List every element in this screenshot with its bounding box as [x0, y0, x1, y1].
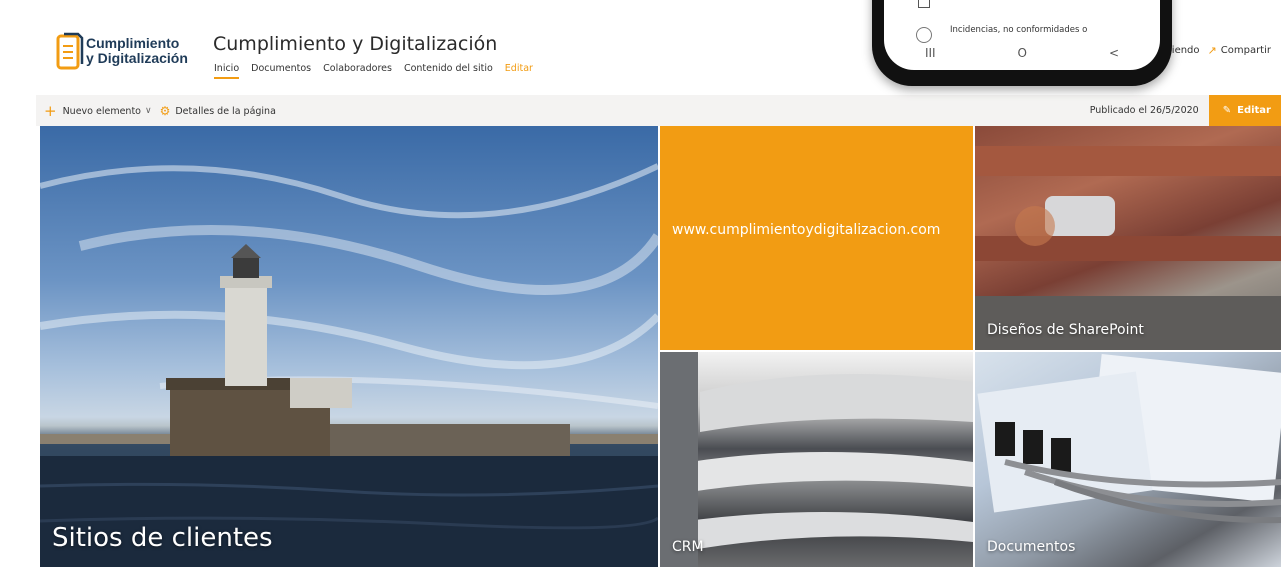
site-title[interactable]: Cumplimiento y Digitalización [213, 33, 497, 55]
nav-inicio[interactable]: Inicio [214, 63, 240, 79]
logo-document-icon [56, 32, 84, 70]
documents-seals-image [977, 353, 1281, 524]
tile-caption-disenos-de-sharepoint: Diseños de SharePoint [987, 322, 1144, 338]
back-icon[interactable]: < [1109, 46, 1119, 60]
plus-icon: + [44, 102, 57, 120]
header-actions: uiendo ↗ Compartir [1165, 44, 1271, 57]
hero-tile-crm[interactable]: CRM [660, 352, 973, 567]
phone-warning-icon [916, 27, 932, 43]
building-interior-image [660, 352, 973, 567]
nav-colaboradores[interactable]: Colaboradores [323, 63, 392, 79]
nav-contenido-del-sitio[interactable]: Contenido del sitio [404, 63, 493, 79]
home-icon[interactable]: O [1018, 46, 1027, 60]
gear-icon: ⚙ [159, 104, 171, 118]
edit-button[interactable]: ✎ Editar [1208, 95, 1281, 126]
tile-caption-documentos: Documentos [987, 539, 1076, 555]
phone-navigation-bar: III O < [884, 46, 1160, 60]
hero-tile-sitios-de-clientes[interactable]: Sitios de clientes [40, 126, 658, 567]
phone-overlay: Incidencias, no conformidades o III O < [872, 0, 1172, 86]
hero-web-part: Sitios de clientes www.cumplimientoydigi… [40, 126, 1281, 567]
chevron-down-icon[interactable]: ∨ [145, 106, 152, 116]
logo-line-1: Cumplimiento [86, 35, 180, 51]
top-navigation: Inicio Documentos Colaboradores Contenid… [214, 63, 545, 79]
pencil-icon: ✎ [1222, 105, 1232, 116]
logo-line-2: y Digitalización [86, 50, 188, 66]
hero-tile-disenos-de-sharepoint[interactable]: Diseños de SharePoint [975, 126, 1281, 350]
edit-label: Editar [1237, 105, 1271, 116]
phone-list-icon [918, 0, 930, 8]
new-item-button[interactable]: Nuevo elemento [63, 106, 141, 117]
share-icon: ↗ [1207, 44, 1217, 57]
logo-text: Cumplimiento y Digitalización [86, 36, 188, 66]
tile-caption-sitios-de-clientes: Sitios de clientes [52, 523, 273, 553]
lighthouse-image [40, 163, 658, 567]
command-bar-right: Publicado el 26/5/2020 ✎ Editar [1090, 95, 1281, 126]
recent-apps-icon[interactable]: III [925, 46, 936, 60]
car-transporter-image [975, 146, 1281, 350]
phone-list-item[interactable]: Incidencias, no conformidades o [950, 25, 1087, 35]
tile-caption-website: www.cumplimientoydigitalizacion.com [672, 222, 941, 238]
command-bar: + Nuevo elemento ∨ ⚙ Detalles de la pági… [36, 95, 1281, 126]
nav-editar-link[interactable]: Editar [505, 63, 533, 79]
hero-tile-website[interactable]: www.cumplimientoydigitalizacion.com [660, 126, 973, 350]
site-logo[interactable]: Cumplimiento y Digitalización [54, 30, 204, 72]
tile-caption-crm: CRM [672, 539, 704, 555]
command-bar-left: + Nuevo elemento ∨ ⚙ Detalles de la pági… [44, 102, 276, 120]
published-status: Publicado el 26/5/2020 [1089, 105, 1199, 116]
nav-documentos[interactable]: Documentos [251, 63, 311, 79]
share-button[interactable]: ↗ Compartir [1208, 44, 1271, 57]
share-label: Compartir [1220, 45, 1271, 56]
page-details-button[interactable]: Detalles de la página [175, 106, 276, 117]
hero-tile-documentos[interactable]: Documentos [975, 352, 1281, 567]
phone-screen: Incidencias, no conformidades o III O < [884, 0, 1160, 70]
